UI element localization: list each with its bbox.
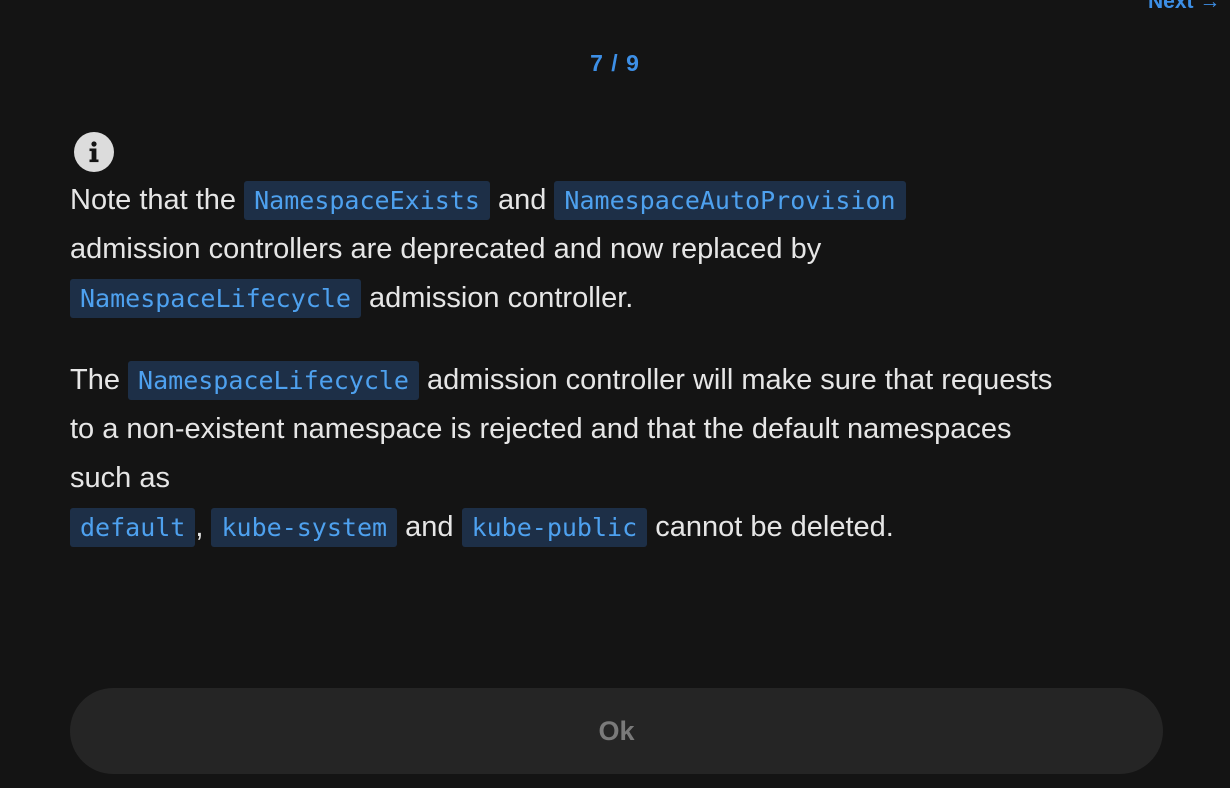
text: ,: [195, 511, 204, 543]
text: cannot be deleted.: [655, 511, 894, 543]
code-namespace-lifecycle: NamespaceLifecycle: [128, 361, 419, 400]
next-link[interactable]: Next →: [1148, 0, 1220, 14]
step-counter: 7 / 9: [590, 50, 640, 76]
text: and: [497, 184, 547, 216]
text: admission controller will make sure that…: [427, 364, 1053, 396]
note-paragraph-2: The NamespaceLifecycle admission control…: [70, 356, 1070, 552]
text: The: [70, 364, 120, 396]
info-icon: [74, 132, 114, 172]
ok-button[interactable]: Ok: [70, 688, 1163, 774]
code-kube-system: kube-system: [211, 508, 398, 547]
code-kube-public: kube-public: [461, 508, 648, 547]
code-default: default: [70, 508, 196, 547]
text: admission controllers are deprecated and…: [70, 233, 822, 265]
code-namespace-lifecycle: NamespaceLifecycle: [70, 279, 361, 318]
code-namespace-auto-provision: NamespaceAutoProvision: [554, 181, 906, 220]
text: Note that the: [70, 184, 237, 216]
text: admission controller.: [369, 282, 634, 314]
text: to a non-existent namespace is rejected …: [70, 413, 1012, 494]
note-content: Note that the NamespaceExists and Namesp…: [70, 176, 1070, 552]
text: and: [405, 511, 454, 543]
note-paragraph-1: Note that the NamespaceExists and Namesp…: [70, 176, 1070, 323]
code-namespace-exists: NamespaceExists: [244, 181, 490, 220]
